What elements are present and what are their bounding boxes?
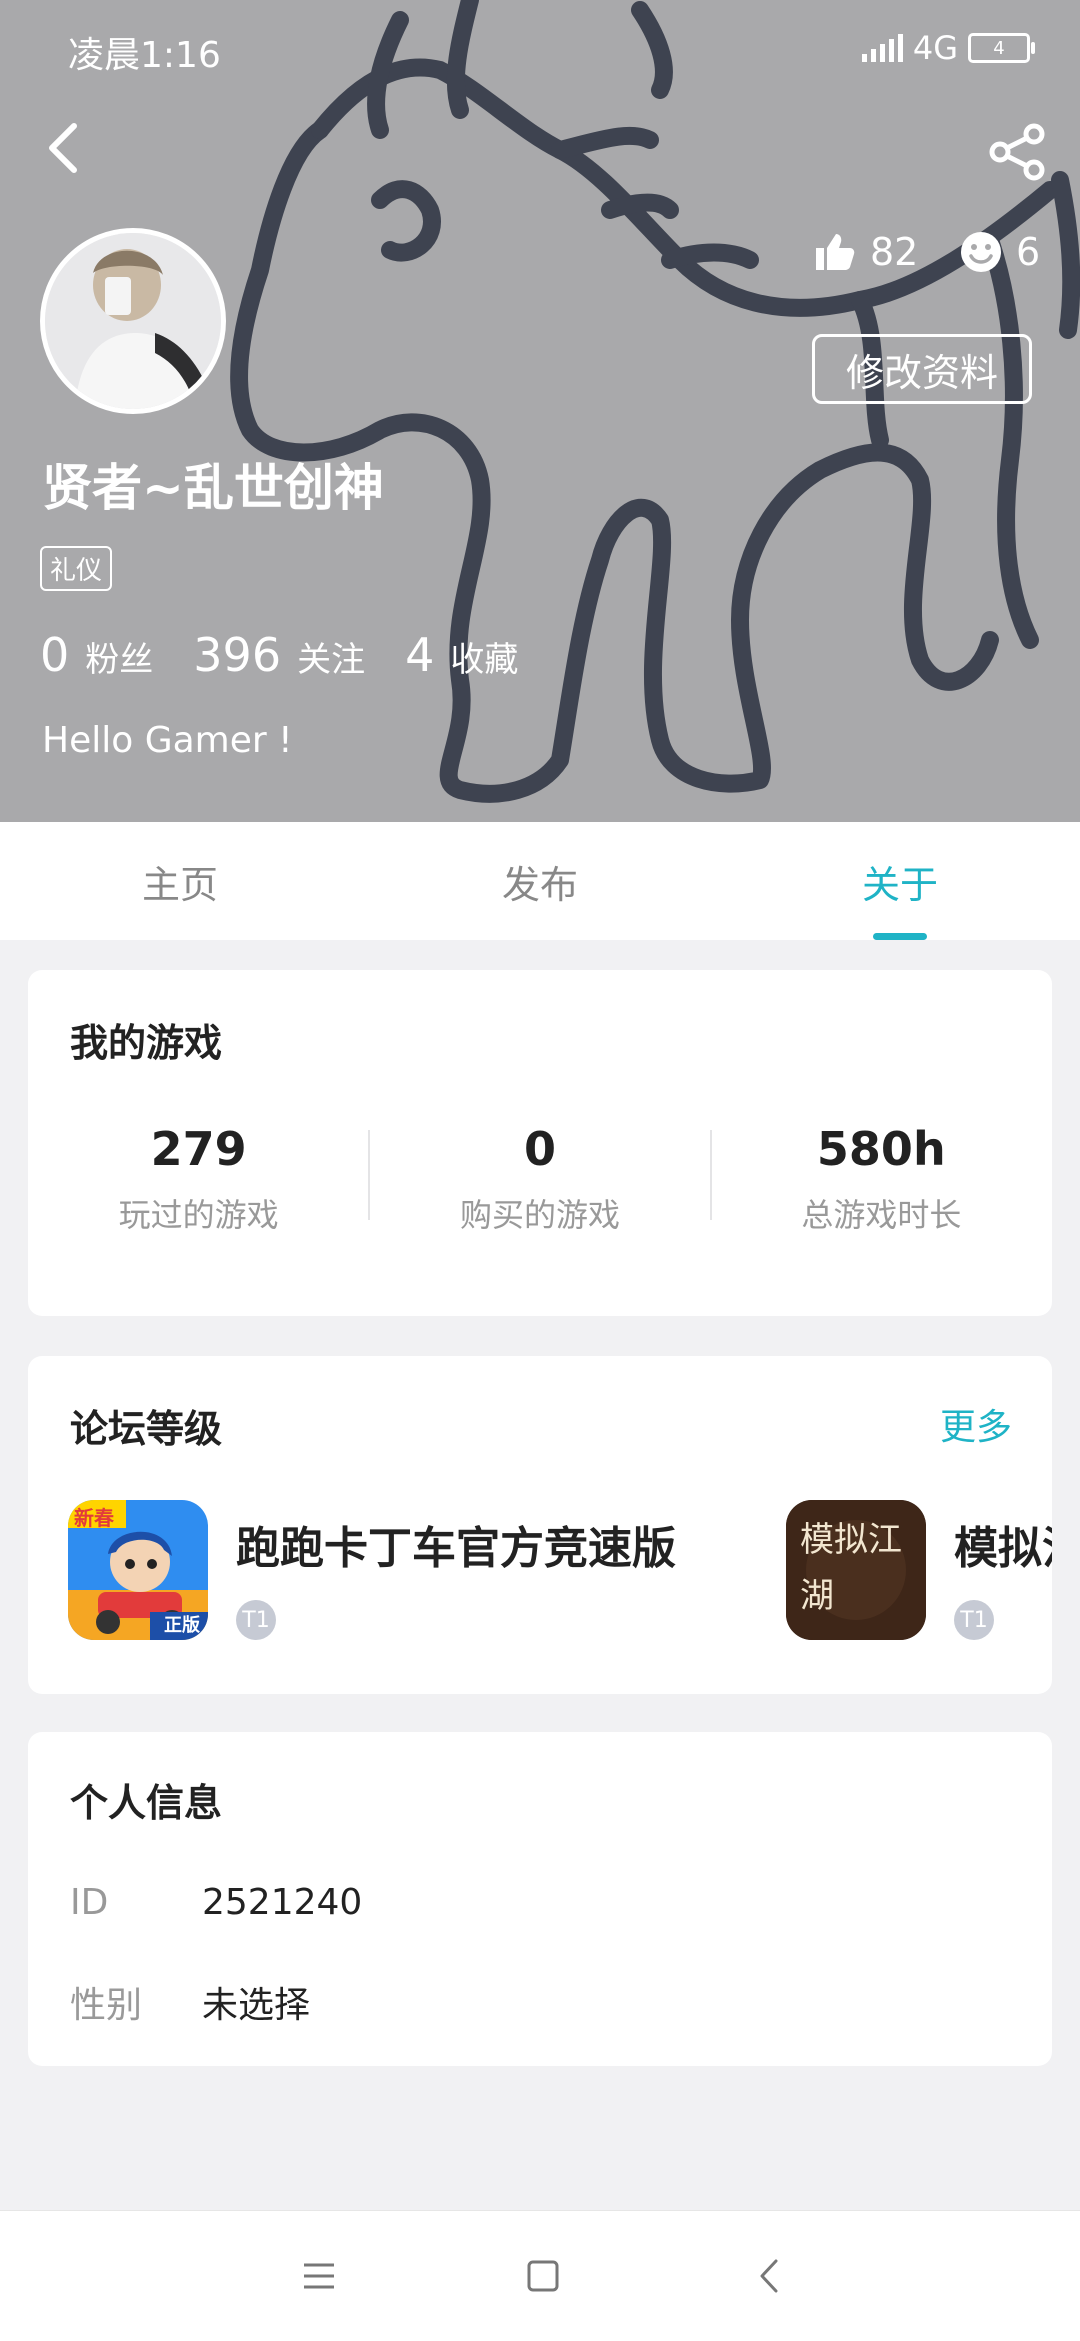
jianghu-icon-text: 模拟江湖: [800, 1520, 902, 1616]
likes-count: 82: [870, 230, 919, 274]
kart-icon-corner: 正版: [164, 1615, 200, 1636]
tab-home[interactable]: 主页: [0, 822, 360, 940]
smiley-icon: [961, 232, 1001, 272]
info-value: 2521240: [202, 1882, 363, 1923]
avatar[interactable]: [40, 228, 226, 414]
forum-game-info: 跑跑卡丁车官方竞速版 T1: [236, 1500, 676, 1640]
avatar-photo: [45, 233, 221, 409]
personal-info-title: 个人信息: [70, 1781, 223, 1825]
forum-level-card: 论坛等级 更多 新春 正版 跑跑卡丁车官方竞速版 T1 模拟江湖 模拟 T1: [28, 1356, 1052, 1694]
info-row-gender: 性别 未选择: [70, 1976, 310, 2028]
faces-counter[interactable]: 6: [960, 230, 1040, 274]
signal-icon: [861, 34, 903, 62]
info-key: 性别: [70, 1985, 143, 2026]
back-arrow-icon[interactable]: [36, 118, 96, 178]
profile-tabs: 主页 发布 关于: [0, 822, 1080, 940]
games-stats: 279 玩过的游戏 0 购买的游戏 580h 总游戏时长: [28, 1122, 1052, 1234]
battery-icon: 4: [968, 33, 1035, 63]
faces-count: 6: [1016, 230, 1041, 274]
share-icon[interactable]: [986, 120, 1050, 184]
purchased-games-label: 购买的游戏: [459, 1196, 620, 1234]
forum-game-name: 模拟江湖: [954, 1523, 1052, 1574]
play-time-label: 总游戏时长: [801, 1196, 962, 1234]
follow-stats: 0 粉丝 396 关注 4 收藏: [40, 628, 558, 682]
forum-game-name: 跑跑卡丁车官方竞速版: [236, 1523, 676, 1574]
edit-profile-button[interactable]: 修改资料: [812, 334, 1032, 404]
likes-counter[interactable]: 82: [812, 230, 918, 274]
played-games-stat[interactable]: 279 玩过的游戏: [28, 1122, 369, 1234]
tab-about[interactable]: 关于: [720, 822, 1080, 940]
menu-icon[interactable]: [294, 2251, 344, 2301]
my-games-title: 我的游戏: [70, 1021, 223, 1065]
network-type: 4G: [912, 29, 958, 67]
info-key: ID: [70, 1882, 109, 1923]
header-background-drawing: [230, 0, 1080, 803]
favorites-count[interactable]: 4: [405, 628, 434, 682]
status-time: 凌晨1:16: [68, 35, 221, 76]
forum-level-title: 论坛等级: [70, 1407, 223, 1451]
info-value: 未选择: [202, 1985, 311, 2026]
purchased-games-stat[interactable]: 0 购买的游戏: [369, 1122, 710, 1234]
my-games-card: 我的游戏 279 玩过的游戏 0 购买的游戏 580h 总游戏时长: [28, 970, 1052, 1316]
forum-game-info: 模拟江湖 T1: [954, 1500, 1052, 1640]
play-time-value: 580h: [816, 1122, 946, 1176]
info-row-id: ID 2521240: [70, 1882, 362, 1923]
level-badge-icon: T1: [954, 1600, 994, 1640]
system-nav-bar: [0, 2210, 1080, 2341]
played-games-label: 玩过的游戏: [118, 1196, 279, 1234]
played-games-value: 279: [150, 1122, 247, 1176]
profile-header: 凌晨1:16 4G 4 82 6 修改资料 贤者~乱世创神 礼仪 0 粉丝 39…: [0, 0, 1080, 822]
forum-game-item[interactable]: 模拟江湖 模拟江湖 T1: [786, 1500, 1052, 1640]
kart-icon-badge: 新春: [74, 1506, 114, 1530]
forum-game-item[interactable]: 新春 正版 跑跑卡丁车官方竞速版 T1: [68, 1500, 676, 1640]
stat-divider: [368, 1130, 370, 1220]
more-link[interactable]: 更多: [940, 1398, 1012, 1450]
fans-label[interactable]: 粉丝: [85, 632, 153, 681]
username: 贤者~乱世创神: [42, 459, 384, 517]
fans-count[interactable]: 0: [40, 628, 69, 682]
play-time-stat[interactable]: 580h 总游戏时长: [711, 1122, 1052, 1234]
favorites-label[interactable]: 收藏: [450, 632, 518, 681]
thumbs-up-icon: [816, 234, 855, 270]
following-label[interactable]: 关注: [297, 632, 365, 681]
tab-posts[interactable]: 发布: [360, 822, 720, 940]
personal-info-card: 个人信息 ID 2521240 性别 未选择: [28, 1732, 1052, 2066]
kart-game-icon: 新春 正版: [68, 1500, 208, 1640]
level-badge-icon: T1: [236, 1600, 276, 1640]
following-count[interactable]: 396: [193, 628, 281, 682]
status-bar: 凌晨1:16 4G 4: [0, 0, 1080, 96]
purchased-games-value: 0: [523, 1122, 556, 1176]
home-square-icon[interactable]: [518, 2251, 568, 2301]
user-tag-badge: 礼仪: [40, 546, 113, 591]
battery-level: 4: [993, 37, 1005, 59]
stat-divider: [710, 1130, 712, 1220]
jianghu-game-icon: 模拟江湖: [786, 1500, 926, 1640]
status-right: 4G 4: [861, 26, 1035, 70]
nav-back-icon[interactable]: [746, 2251, 796, 2301]
user-bio: Hello Gamer !: [42, 720, 293, 761]
